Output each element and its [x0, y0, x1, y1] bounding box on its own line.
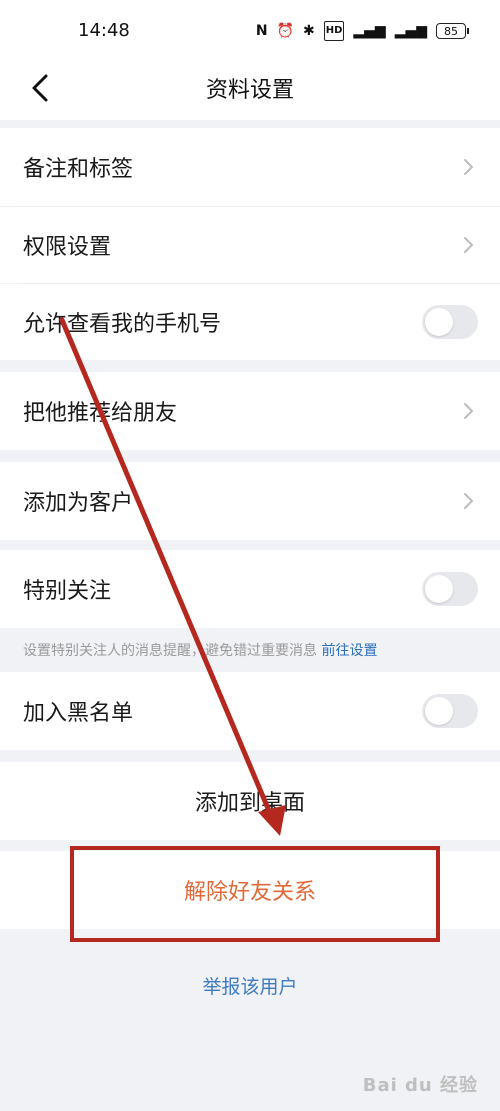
row-label: 权限设置 [23, 235, 112, 260]
special-follow-toggle[interactable] [422, 572, 478, 606]
remove-friend-label: 解除好友关系 [183, 880, 316, 905]
toggle-knob [425, 308, 453, 336]
settings-row-permissions[interactable]: 权限设置 [0, 207, 500, 283]
row-label: 加入黑名单 [23, 701, 134, 726]
toggle-knob [425, 575, 453, 603]
row-label: 备注和标签 [23, 157, 134, 182]
bluetooth-icon: ✱ [302, 23, 315, 39]
chevron-right-icon [458, 399, 478, 423]
blacklist-toggle[interactable] [422, 694, 478, 728]
toggle-knob [425, 697, 453, 725]
watermark: Bai du 经验 [362, 1075, 478, 1096]
allow-view-phone-toggle[interactable] [422, 305, 478, 339]
hint-text: 设置特别关注人的消息提醒，避免错过重要消息 [23, 643, 317, 659]
settings-row-add-as-customer[interactable]: 添加为客户 [0, 462, 500, 540]
remove-friend-button[interactable]: 解除好友关系 [0, 851, 500, 929]
settings-row-remark-tags[interactable]: 备注和标签 [0, 128, 500, 206]
battery-icon: 85 [436, 23, 469, 39]
status-icons: N ⏰ ✱ HD ▂▄▆ ▂▄▆ 85 [255, 21, 469, 41]
nav-bar: 资料设置 [0, 64, 500, 120]
add-to-desktop-label: 添加到桌面 [194, 791, 305, 816]
4g-signal-icon: ▂▄▆ [394, 23, 427, 39]
report-user-link[interactable]: 举报该用户 [0, 972, 500, 999]
status-time: 14:48 [78, 20, 130, 41]
status-bar: 14:48 N ⏰ ✱ HD ▂▄▆ ▂▄▆ 85 [0, 0, 500, 64]
alarm-icon: ⏰ [276, 23, 294, 39]
5g-signal-icon: ▂▄▆ [353, 23, 386, 39]
settings-row-recommend-to-friend[interactable]: 把他推荐给朋友 [0, 372, 500, 450]
chevron-right-icon [458, 233, 478, 257]
page-title: 资料设置 [205, 78, 294, 103]
chevron-right-icon [458, 155, 478, 179]
nfc-icon: N [255, 23, 268, 39]
row-label: 把他推荐给朋友 [23, 401, 178, 426]
special-follow-hint: 设置特别关注人的消息提醒，避免错过重要消息 前往设置 [23, 640, 377, 660]
hd-icon: HD [323, 21, 345, 41]
settings-row-special-follow: 特别关注 [0, 550, 500, 628]
chevron-right-icon [458, 489, 478, 513]
row-label: 特别关注 [23, 579, 112, 604]
go-to-settings-link[interactable]: 前往设置 [321, 643, 377, 659]
add-to-desktop-button[interactable]: 添加到桌面 [0, 762, 500, 840]
row-label: 添加为客户 [23, 491, 134, 516]
settings-row-allow-view-phone: 允许查看我的手机号 [0, 284, 500, 360]
row-label: 允许查看我的手机号 [23, 312, 222, 337]
settings-row-blacklist: 加入黑名单 [0, 672, 500, 750]
